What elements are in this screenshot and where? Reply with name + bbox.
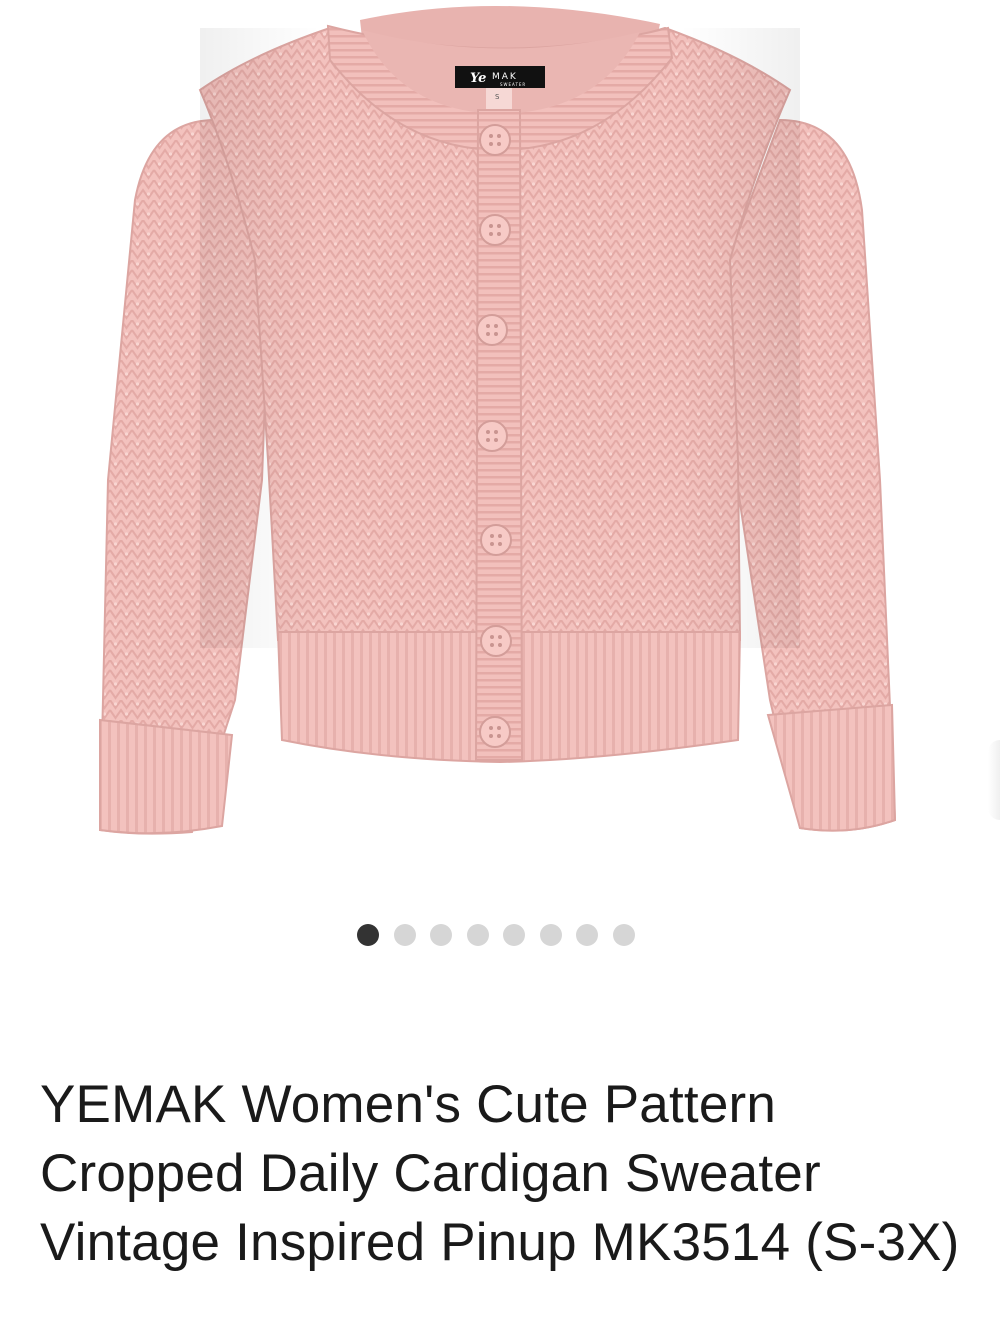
carousel-dot-7[interactable]	[576, 924, 599, 946]
product-detail-screen: Ye MAK SWEATER S YEMAK Women's Cute Patt…	[0, 0, 1000, 1333]
right-cuff	[766, 703, 897, 832]
svg-text:MAK: MAK	[492, 72, 518, 82]
product-title: YEMAK Women's Cute Pattern Cropped Daily…	[40, 1075, 960, 1272]
product-image-gallery[interactable]: Ye MAK SWEATER S	[0, 0, 1000, 900]
carousel-dot-8[interactable]	[612, 924, 635, 946]
carousel-dot-4[interactable]	[466, 924, 489, 946]
left-cuff	[99, 718, 234, 835]
carousel-dot-5[interactable]	[503, 924, 526, 946]
carousel-dot-6[interactable]	[539, 924, 562, 946]
carousel-dot-2[interactable]	[393, 924, 416, 946]
svg-text:Ye: Ye	[470, 71, 486, 86]
next-image-peek	[988, 740, 1000, 820]
svg-text:S: S	[495, 93, 500, 101]
carousel-dot-3[interactable]	[430, 924, 453, 946]
image-carousel-indicator[interactable]	[0, 924, 996, 946]
product-image[interactable]: Ye MAK SWEATER S	[0, 0, 1000, 900]
carousel-dot-1[interactable]	[357, 924, 380, 946]
svg-text:SWEATER: SWEATER	[500, 82, 526, 87]
